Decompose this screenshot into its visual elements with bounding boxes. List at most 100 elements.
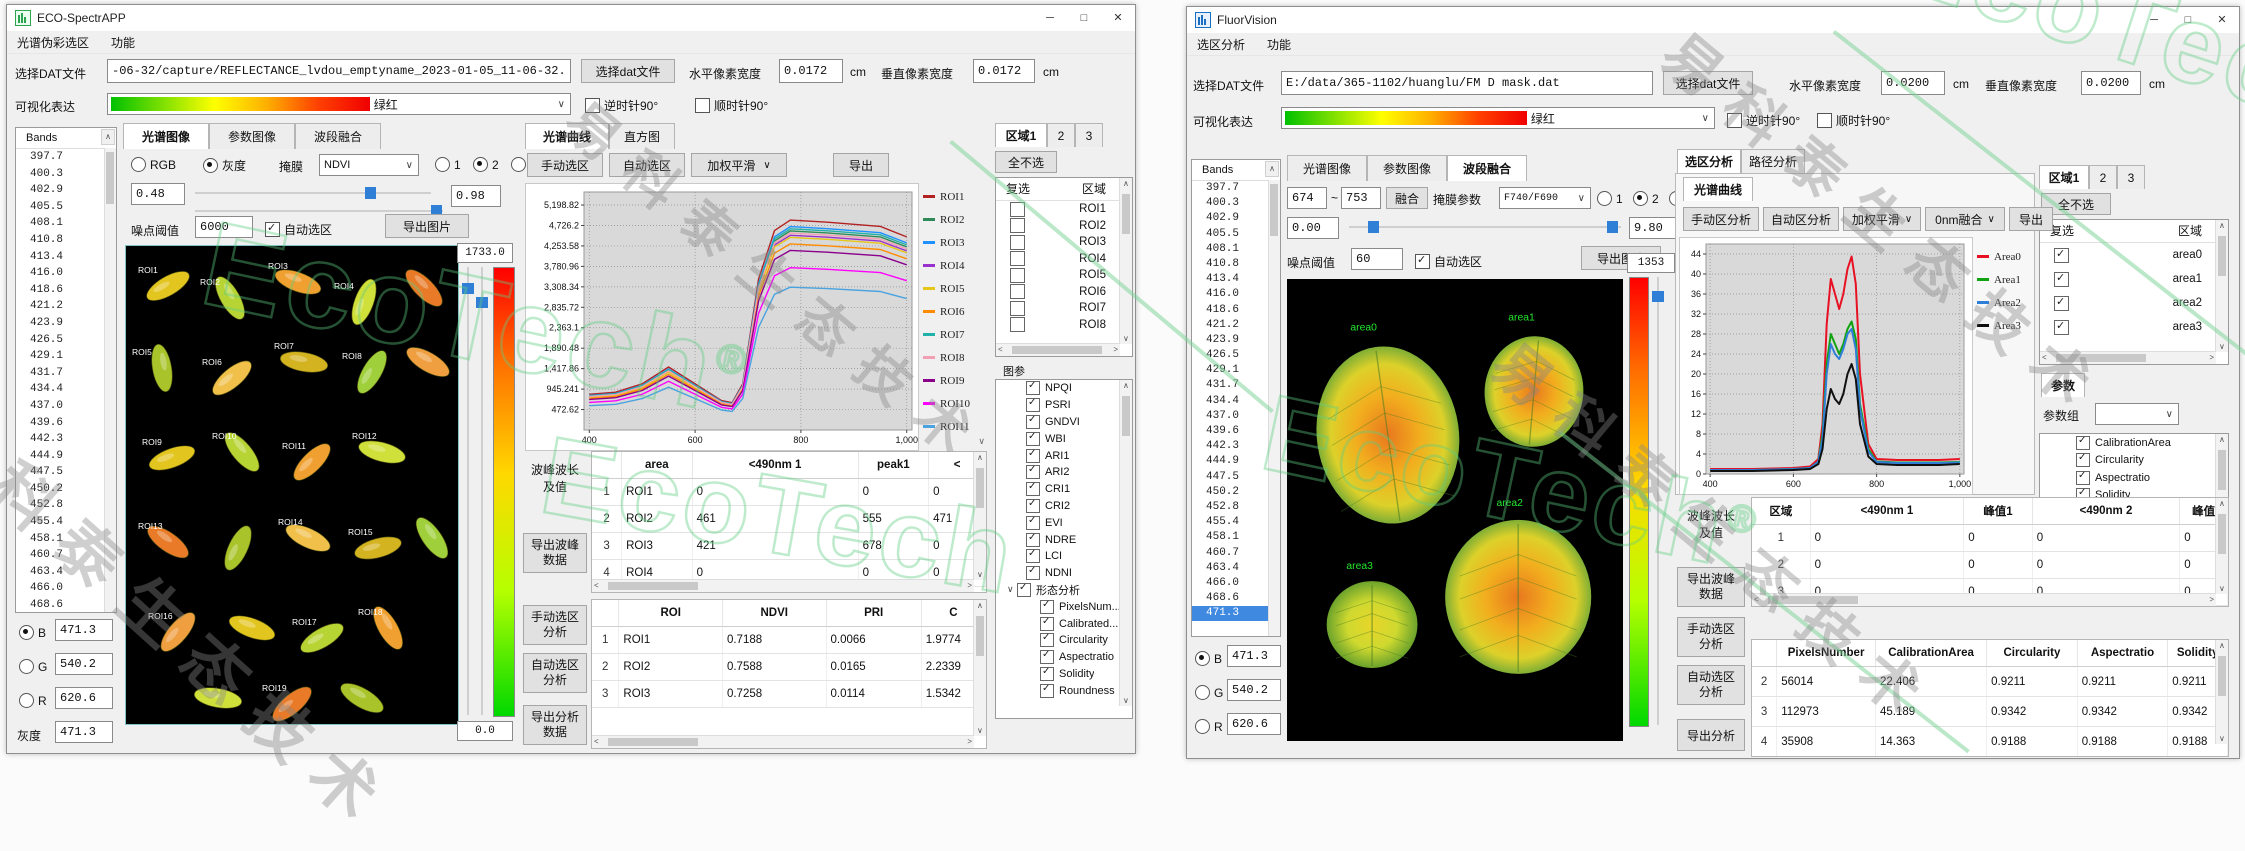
colormap-select[interactable]: 绿红 ∨: [1281, 107, 1715, 129]
threshold-high-input[interactable]: [451, 185, 501, 207]
hpixel-input[interactable]: [779, 59, 843, 83]
checklist-item[interactable]: ∨形态分析: [996, 582, 1132, 599]
band-item[interactable]: 434.4: [1192, 394, 1280, 409]
band-item[interactable]: 466.0: [16, 580, 116, 597]
scrollbar[interactable]: [1268, 180, 1280, 636]
mask-count-2-radio[interactable]: 2: [1633, 191, 1659, 206]
peak-table[interactable]: 区域<490nm 1峰值1<490nm 2峰值100002000030000<>…: [1751, 497, 2229, 607]
rotate-cw-checkbox[interactable]: 顺时针90°: [1817, 112, 1890, 129]
band-item[interactable]: 405.5: [16, 199, 116, 216]
tab-histogram[interactable]: 直方图: [609, 123, 675, 149]
checklist-item[interactable]: LCI: [996, 548, 1132, 565]
checklist-item[interactable]: Aspectratio: [2040, 469, 2228, 487]
rotate-ccw-checkbox[interactable]: 逆时针90°: [585, 97, 658, 114]
checkbox-icon[interactable]: [1010, 218, 1025, 233]
auto-roi-checkbox[interactable]: 自动选区: [265, 221, 332, 238]
checklist-item[interactable]: ARI1: [996, 447, 1132, 464]
channel-r-radio[interactable]: R: [19, 693, 47, 708]
choose-dat-button[interactable]: 选择dat文件: [581, 59, 675, 83]
legend-item[interactable]: ROI7: [923, 323, 987, 346]
scroll-up-icon[interactable]: ∧: [101, 129, 115, 145]
band-item[interactable]: 455.4: [16, 514, 116, 531]
band-item[interactable]: 437.0: [1192, 409, 1280, 424]
band-item[interactable]: 405.5: [1192, 227, 1280, 242]
colorbar-max-value[interactable]: 1733.0: [457, 243, 513, 263]
checkbox-icon[interactable]: [2054, 296, 2069, 311]
band-item[interactable]: 450.2: [16, 481, 116, 498]
column-header[interactable]: Aspectratio: [2077, 640, 2168, 667]
rotate-cw-checkbox[interactable]: 顺时针90°: [695, 97, 768, 114]
checkbox-icon[interactable]: [1040, 600, 1054, 614]
band-item-selected[interactable]: 471.3: [1192, 606, 1280, 621]
region-row[interactable]: area1: [2040, 267, 2228, 291]
checkbox-icon[interactable]: [1026, 465, 1040, 479]
checklist-item[interactable]: Calibrated...: [996, 615, 1132, 632]
checkbox-icon[interactable]: [2076, 471, 2090, 485]
checkbox-icon[interactable]: [2054, 272, 2069, 287]
colorbar-min-value[interactable]: 0.0: [457, 721, 513, 741]
tab-roi-analysis[interactable]: 选区分析: [1677, 149, 1741, 173]
band-item[interactable]: 450.2: [1192, 485, 1280, 500]
band-item[interactable]: 463.4: [1192, 561, 1280, 576]
column-header[interactable]: 峰值1: [1964, 498, 2033, 525]
close-button[interactable]: ✕: [2205, 8, 2239, 33]
checklist-item[interactable]: EVI: [996, 514, 1132, 531]
export-analysis-button[interactable]: 导出分析: [1677, 719, 1745, 751]
checkbox-icon[interactable]: [1040, 667, 1054, 681]
area-legend[interactable]: Area0Area1Area2Area3: [1977, 245, 2033, 355]
checklist-item[interactable]: Solidity: [996, 666, 1132, 683]
threshold-low-slider[interactable]: [195, 187, 431, 199]
checkbox-icon[interactable]: [2054, 320, 2069, 335]
range-slider-b[interactable]: [477, 267, 487, 715]
band-item[interactable]: 466.0: [1192, 576, 1280, 591]
legend-item[interactable]: Area3: [1977, 314, 2033, 337]
mask-count-1-radio[interactable]: 1: [435, 157, 461, 172]
checklist-item[interactable]: Aspectratio: [996, 649, 1132, 666]
h-scrollbar[interactable]: <>: [1752, 593, 2216, 606]
legend-item[interactable]: ROI1: [923, 185, 987, 208]
column-header[interactable]: 区域: [1752, 498, 1810, 525]
checkbox-icon[interactable]: [1026, 499, 1040, 513]
channel-r-value[interactable]: [55, 687, 113, 709]
tab-band-fusion[interactable]: 波段融合: [295, 123, 381, 149]
checkbox-icon[interactable]: [1010, 284, 1025, 299]
band-item[interactable]: 431.7: [16, 365, 116, 382]
region-row[interactable]: ROI5: [996, 267, 1132, 284]
analysis-table[interactable]: ROINDVIPRIC1ROI10.71880.00661.97742ROI20…: [591, 599, 987, 749]
threshold-high-input[interactable]: [1629, 217, 1677, 239]
region-row[interactable]: ROI6: [996, 284, 1132, 301]
checkbox-icon[interactable]: [1026, 549, 1040, 563]
legend-item[interactable]: ROI11: [923, 415, 987, 438]
column-header[interactable]: PRI: [826, 600, 921, 627]
channel-g-value[interactable]: [55, 653, 113, 675]
checkbox-icon[interactable]: [2054, 248, 2069, 263]
threshold-slider[interactable]: [1349, 221, 1621, 233]
region-checklist[interactable]: 复选区域ROI1ROI2ROI3ROI4ROI5ROI6ROI7ROI8<>∧∨: [995, 177, 1133, 357]
legend-item[interactable]: ROI8: [923, 346, 987, 369]
auto-roi-analysis-button2[interactable]: 自动选区分析: [1677, 665, 1745, 705]
region-tab-1[interactable]: 区域1: [2039, 165, 2089, 189]
h-scrollbar[interactable]: <>: [592, 735, 974, 748]
channel-g-radio[interactable]: G: [19, 659, 47, 674]
legend-item[interactable]: Area1: [1977, 268, 2033, 291]
bands-list[interactable]: Bands∧397.7400.3402.9405.5408.1410.8413.…: [1191, 159, 1281, 637]
auto-roi-analysis-button[interactable]: 自动区分析: [1763, 207, 1839, 231]
dat-file-path-input[interactable]: [1281, 71, 1653, 95]
roi-legend[interactable]: ∨ROI1ROI2ROI3ROI4ROI5ROI6ROI7ROI8ROI9ROI…: [923, 185, 987, 447]
tab-path-analysis[interactable]: 路径分析: [1741, 149, 1805, 173]
export-analysis-button[interactable]: 导出分析数据: [523, 705, 587, 745]
checklist-item[interactable]: CRI2: [996, 498, 1132, 515]
column-header[interactable]: Circularity: [1987, 640, 2078, 667]
column-header[interactable]: <490nm 1: [1810, 498, 1964, 525]
fusion-width-select[interactable]: 0nm融合∨: [1925, 207, 2005, 231]
smoothing-select[interactable]: 加权平滑∨: [1843, 207, 1921, 231]
band-item[interactable]: 423.9: [16, 315, 116, 332]
v-scrollbar[interactable]: ∧∨: [1119, 178, 1132, 344]
checklist-item[interactable]: CRI1: [996, 481, 1132, 498]
auto-roi-checkbox[interactable]: 自动选区: [1415, 253, 1482, 270]
band-item[interactable]: 418.6: [1192, 303, 1280, 318]
checkbox-icon[interactable]: [1010, 235, 1025, 250]
channel-b-radio[interactable]: B: [1195, 651, 1222, 666]
colorbar-max-value[interactable]: 1353: [1627, 253, 1675, 273]
noise-threshold-input[interactable]: [1351, 248, 1403, 270]
